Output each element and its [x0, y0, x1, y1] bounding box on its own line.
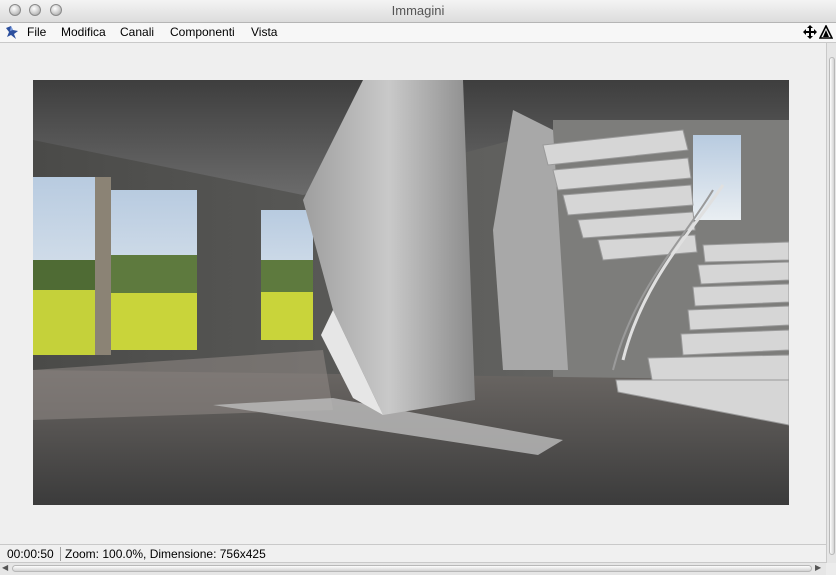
title-bar: Immagini	[0, 0, 836, 23]
app-logo-icon[interactable]	[4, 25, 20, 40]
menu-modifica[interactable]: Modifica	[61, 25, 106, 39]
rendered-interior-image	[33, 80, 789, 505]
zoom-dimension-info: Zoom: 100.0%, Dimensione: 756x425	[65, 547, 266, 561]
horizontal-scrollbar[interactable]: ◀ ▶	[0, 562, 826, 575]
vertical-scroll-thumb[interactable]	[829, 57, 835, 555]
menu-file[interactable]: File	[27, 25, 46, 39]
horizontal-scroll-thumb[interactable]	[12, 565, 812, 572]
menu-canali[interactable]: Canali	[120, 25, 154, 39]
window-title: Immagini	[391, 3, 445, 18]
warning-triangle-icon[interactable]	[819, 25, 833, 39]
vertical-scrollbar[interactable]	[826, 43, 836, 563]
move-arrows-icon[interactable]	[803, 25, 817, 39]
scroll-right-icon[interactable]: ▶	[815, 563, 821, 572]
image-canvas-area	[0, 43, 826, 544]
menu-componenti[interactable]: Componenti	[170, 25, 235, 39]
elapsed-time: 00:00:50	[7, 547, 54, 561]
menu-vista[interactable]: Vista	[251, 25, 277, 39]
status-bar: 00:00:50 Zoom: 100.0%, Dimensione: 756x4…	[0, 544, 826, 563]
scroll-left-icon[interactable]: ◀	[2, 563, 8, 572]
menu-bar: File Modifica Canali Componenti Vista	[0, 23, 836, 43]
status-divider	[60, 547, 61, 561]
